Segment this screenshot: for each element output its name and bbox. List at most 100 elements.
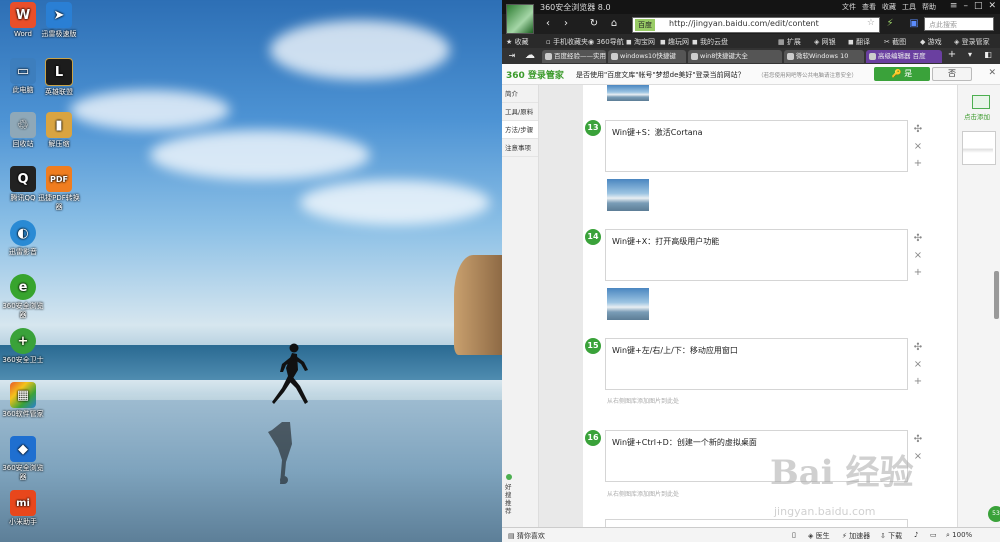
xunlei-icon: ➤ (46, 2, 72, 28)
tab-restore-icon[interactable]: ◧ (980, 48, 996, 62)
status-accelerator-item[interactable]: ⚡ 加速器 (842, 531, 870, 541)
outline-item-tools[interactable]: 工具/原料 (502, 103, 538, 121)
add-image-label[interactable]: 点击添加 (964, 111, 990, 121)
search-engine-icon[interactable]: ▣ (906, 17, 922, 31)
fav-item[interactable]: ◆ 游戏 (920, 37, 942, 47)
star-icon[interactable]: ☆ (867, 18, 875, 28)
mi-assistant-icon: mi (10, 490, 36, 516)
image-drop-hint[interactable]: 从右侧图库添加图片到此处 (607, 489, 679, 498)
add-step-icon[interactable]: + (912, 373, 924, 390)
step-number: 15 (585, 338, 601, 354)
cloud-icon[interactable]: ☁ (522, 49, 538, 63)
fav-item[interactable]: ◉ 360导航 (588, 37, 624, 47)
menu-help[interactable]: 帮助 (922, 2, 936, 12)
fav-item[interactable]: ▦ 扩展 (778, 37, 801, 47)
menu-bar: 文件 查看 收藏 工具 帮助 (842, 2, 936, 12)
new-tab-icon[interactable]: + (944, 48, 960, 62)
fav-item[interactable]: ✂ 截图 (884, 37, 906, 47)
menu-file[interactable]: 文件 (842, 2, 856, 12)
tab[interactable]: 百度经验——实用 (542, 50, 606, 63)
tab-list-icon[interactable]: ▾ (962, 48, 978, 62)
outline-item-steps[interactable]: 方法/步骤 (502, 121, 538, 139)
computer-icon: ▭ (10, 58, 36, 84)
fav-item[interactable]: ★ 收藏 (506, 37, 529, 47)
desktop-icon[interactable]: e 360安全浏览器 (0, 274, 46, 320)
yes-button[interactable]: 🔑 是 (874, 67, 930, 81)
fav-item[interactable]: ◼ 翻译 (848, 37, 870, 47)
sidebar-toggle-icon[interactable]: ⇥ (504, 49, 520, 63)
desktop-icon[interactable]: ▮ 解压缩 (36, 112, 82, 149)
desktop-icon[interactable]: L 英雄联盟 (36, 58, 82, 97)
site-tag: 百度 (635, 19, 655, 31)
step-text-box[interactable]: Win键+S：激活Cortana (605, 120, 908, 172)
fav-item[interactable]: ◼ 趣玩网 (660, 37, 689, 47)
menu-tools[interactable]: 工具 (902, 2, 916, 12)
menu-view[interactable]: 查看 (862, 2, 876, 12)
fav-item[interactable]: ▫ 手机收藏夹 (546, 37, 588, 47)
desktop-icon[interactable]: ➤ 迅雷极速版 (36, 2, 82, 39)
fav-item[interactable]: ◈ 网银 (814, 37, 836, 47)
move-icon[interactable]: ✣ (912, 339, 924, 356)
tab-active[interactable]: 高级编辑器 百度 (866, 50, 942, 63)
add-step-icon[interactable]: + (912, 264, 924, 281)
fav-item[interactable]: ◼ 淘宝网 (626, 37, 655, 47)
address-bar[interactable]: 百度 http://jingyan.baidu.com/edit/content… (632, 17, 880, 33)
step-image[interactable] (607, 85, 649, 101)
desktop-icon[interactable]: + 360安全卫士 (0, 328, 46, 365)
menu-icon[interactable]: ≡ (950, 1, 958, 11)
fav-label: 登录管家 (961, 38, 990, 46)
status-doctor-item[interactable]: ◈ 医生 (808, 531, 830, 541)
status-like-item[interactable]: ▤ 猜你喜欢 (508, 531, 545, 541)
gallery-thumbnail[interactable] (962, 131, 996, 165)
tab[interactable]: win8快捷键大全 (688, 50, 782, 63)
outline-item-notes[interactable]: 注意事项 (502, 139, 538, 157)
image-drop-hint[interactable]: 从右侧图库添加图片到此处 (607, 396, 679, 405)
delete-icon[interactable]: × (912, 138, 924, 155)
status-zoom-item[interactable]: ⌕ 100% (946, 531, 972, 540)
url-text[interactable]: http://jingyan.baidu.com/edit/content (669, 19, 819, 28)
status-phone-icon[interactable]: ▯ (792, 531, 796, 539)
close-prompt-icon[interactable]: ✕ (988, 68, 996, 78)
step-text-box[interactable]: Win键+X：打开高级用户功能 (605, 229, 908, 281)
desktop-icon[interactable]: ◐ 迅雷影音 (0, 220, 46, 257)
refresh-icon[interactable]: ↻ (586, 17, 602, 31)
back-icon[interactable]: ‹ (540, 17, 556, 31)
step-image[interactable] (607, 288, 649, 320)
recommend-link[interactable]: 好搜推荐 (505, 483, 517, 515)
forward-icon[interactable]: › (558, 17, 574, 31)
lightning-icon[interactable]: ⚡ (882, 17, 898, 31)
step-image[interactable] (607, 179, 649, 211)
scrollbar[interactable] (994, 271, 999, 319)
floating-badge[interactable]: 53 (988, 506, 1000, 522)
fav-item[interactable]: ◈ 登录管家 (954, 37, 990, 47)
add-step-icon[interactable]: + (912, 155, 924, 172)
delete-icon[interactable]: × (912, 247, 924, 264)
move-icon[interactable]: ✣ (912, 121, 924, 138)
desktop-icon[interactable]: mi 小米助手 (0, 490, 46, 527)
fav-label: 收藏 (514, 38, 529, 46)
desktop-icon[interactable]: PDF 迅捷PDF转换器 (36, 166, 82, 212)
home-icon[interactable]: ⌂ (606, 17, 622, 31)
desktop-icon[interactable]: ▦ 360软件管家 (0, 382, 46, 419)
tab[interactable]: 微软Windows 10 (784, 50, 864, 63)
outline-item-intro[interactable]: 简介 (502, 85, 538, 103)
word-icon: W (10, 2, 36, 28)
no-button[interactable]: 否 (932, 67, 972, 81)
desktop-icon[interactable]: ◆ 360安全浏览器 (0, 436, 46, 482)
user-avatar[interactable] (506, 4, 534, 34)
status-bar: ▤ 猜你喜欢 ▯ ◈ 医生 ⚡ 加速器 ⇩ 下载 ♪ ▭ ⌕ 100% (502, 527, 1000, 542)
add-image-icon[interactable] (972, 95, 990, 109)
search-input[interactable]: 点此搜索 (924, 17, 994, 31)
menu-favorites[interactable]: 收藏 (882, 2, 896, 12)
fav-item[interactable]: ◼ 我的云盘 (692, 37, 728, 47)
status-download-item[interactable]: ⇩ 下载 (880, 531, 902, 541)
delete-icon[interactable]: × (912, 356, 924, 373)
status-screen-icon[interactable]: ▭ (930, 531, 937, 539)
step-text-box[interactable]: Win键+左/右/上/下：移动应用窗口 (605, 338, 908, 390)
tab[interactable]: windows10快捷键 (608, 50, 686, 63)
minimize-icon[interactable]: – (963, 1, 968, 11)
close-icon[interactable]: ✕ (988, 1, 996, 11)
move-icon[interactable]: ✣ (912, 230, 924, 247)
status-sound-icon[interactable]: ♪ (914, 531, 918, 539)
maximize-icon[interactable]: □ (974, 1, 983, 11)
